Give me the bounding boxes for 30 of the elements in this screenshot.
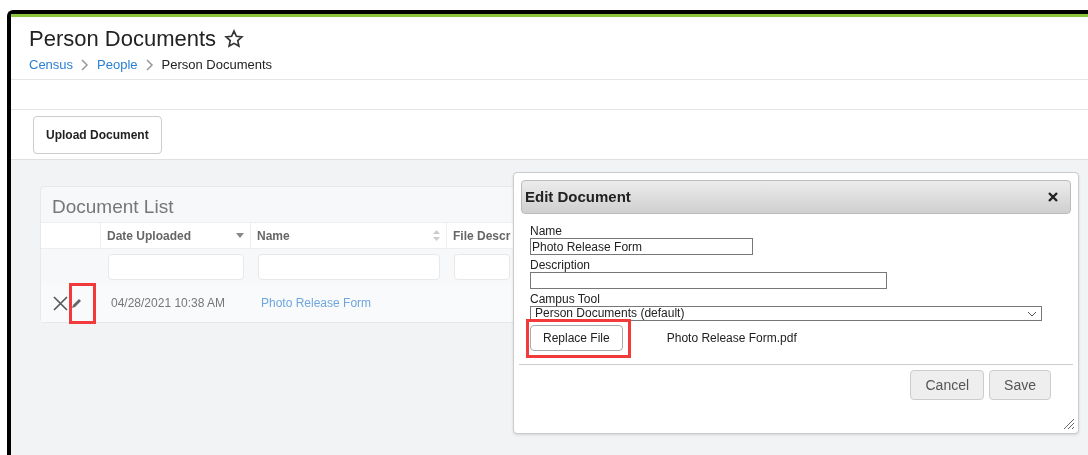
breadcrumb-current: Person Documents: [161, 56, 273, 74]
resize-grip-icon[interactable]: [1063, 418, 1075, 430]
field-label: Campus Tool: [530, 292, 601, 306]
sort-icon: [433, 230, 440, 241]
file-name: Photo Release Form.pdf: [666, 330, 797, 347]
card-title: Document List: [52, 196, 174, 217]
pencil-icon[interactable]: [71, 297, 83, 309]
chevron-icon: [81, 58, 90, 71]
field-label: Name: [530, 224, 563, 238]
upload-button[interactable]: Upload Document: [33, 115, 162, 154]
chevron-icon: [145, 58, 154, 71]
text-field[interactable]: [530, 272, 887, 289]
replace-file-button[interactable]: Replace File: [530, 325, 623, 351]
close-icon[interactable]: [1048, 192, 1058, 202]
column-header[interactable]: Name: [251, 223, 447, 248]
select-field[interactable]: Person Documents (default): [530, 306, 1042, 321]
caret-icon: [1027, 310, 1037, 317]
delete-icon[interactable]: [53, 295, 68, 311]
sort-down-icon: [236, 233, 244, 238]
text-field[interactable]: Photo Release Form: [530, 238, 753, 255]
save-button[interactable]: Save: [989, 370, 1051, 400]
breadcrumb-link[interactable]: People: [97, 55, 138, 75]
star-icon[interactable]: [224, 29, 245, 49]
field-label: Description: [530, 258, 592, 272]
dialog-title: Edit Document: [525, 186, 631, 207]
column-header[interactable]: Date Uploaded: [101, 223, 251, 248]
cancel-button[interactable]: Cancel: [910, 370, 985, 400]
breadcrumb-link[interactable]: Census: [29, 55, 74, 75]
date-cell-text: 04/28/2021 10:38 AM: [110, 295, 227, 312]
page-title: Person Documents: [29, 25, 217, 53]
